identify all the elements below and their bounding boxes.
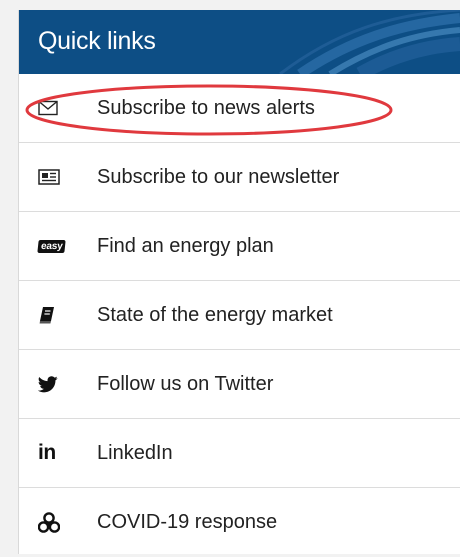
link-follow-twitter[interactable]: Follow us on Twitter	[19, 350, 460, 419]
link-label: Find an energy plan	[97, 234, 274, 257]
linkedin-icon-text: in	[38, 441, 56, 464]
twitter-icon	[19, 350, 97, 419]
link-label: LinkedIn	[97, 441, 173, 464]
book-icon	[19, 281, 97, 350]
quick-links-title: Quick links	[38, 27, 156, 55]
easy-badge-icon: easy	[19, 212, 97, 281]
link-covid-response[interactable]: COVID-19 response	[19, 488, 460, 557]
link-find-energy-plan[interactable]: easy Find an energy plan	[19, 212, 460, 281]
link-subscribe-newsletter[interactable]: Subscribe to our newsletter	[19, 143, 460, 212]
link-label: COVID-19 response	[97, 511, 278, 533]
easy-badge-text: easy	[37, 239, 67, 253]
link-label: Subscribe to news alerts	[97, 96, 315, 119]
newspaper-icon	[19, 143, 97, 212]
link-label: Subscribe to our newsletter	[97, 165, 340, 188]
quick-links-list: Subscribe to news alerts Subscribe to ou…	[19, 74, 460, 557]
link-label: Follow us on Twitter	[97, 372, 274, 395]
quick-links-header: Quick links	[19, 10, 460, 74]
biohazard-icon	[19, 488, 97, 557]
link-linkedin[interactable]: in LinkedIn	[19, 419, 460, 488]
linkedin-icon: in	[19, 419, 97, 488]
envelope-icon	[19, 74, 97, 143]
quick-links-panel: Quick links Subscribe to news alerts Sub…	[18, 10, 460, 554]
link-state-energy-market[interactable]: State of the energy market	[19, 281, 460, 350]
link-label: State of the energy market	[97, 303, 333, 326]
header-swoosh-decoration	[279, 10, 460, 74]
link-subscribe-news-alerts[interactable]: Subscribe to news alerts	[19, 74, 460, 143]
